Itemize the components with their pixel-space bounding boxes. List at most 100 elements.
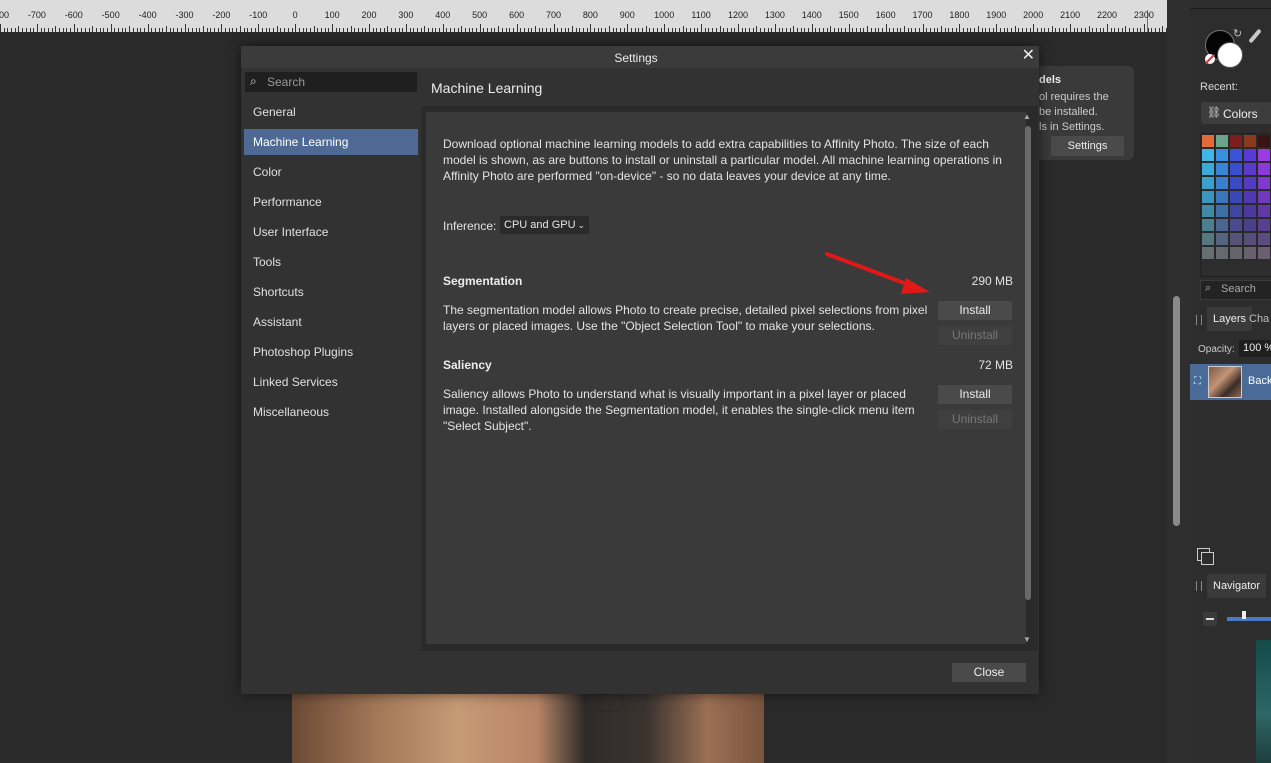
palette-swatch[interactable] (1201, 134, 1215, 148)
palette-swatch[interactable] (1257, 218, 1271, 232)
palette-swatch[interactable] (1257, 232, 1271, 246)
palette-swatch[interactable] (1257, 176, 1271, 190)
palette-swatch[interactable] (1201, 190, 1215, 204)
layer-row-background[interactable]: ⛶ Back (1190, 364, 1271, 400)
content-scrollbar[interactable]: ▲ ▼ (1023, 112, 1033, 644)
palette-swatch[interactable] (1215, 162, 1229, 176)
sidebar-item-user-interface[interactable]: User Interface (244, 219, 418, 245)
palette-swatch[interactable] (1257, 246, 1271, 260)
segmentation-install-button[interactable]: Install (938, 301, 1012, 320)
sidebar-item-assistant[interactable]: Assistant (244, 309, 418, 335)
palette-swatch[interactable] (1229, 162, 1243, 176)
palette-swatch[interactable] (1229, 134, 1243, 148)
content-scrollbar-thumb[interactable] (1025, 126, 1031, 600)
ruler-label: 900 (619, 10, 635, 20)
close-button[interactable]: Close (952, 663, 1026, 682)
tooltip-settings-button[interactable]: Settings (1051, 136, 1124, 156)
palette-search-input[interactable]: ⌕ Search (1200, 280, 1271, 300)
scroll-up-icon[interactable]: ▲ (1023, 112, 1031, 121)
sidebar-item-photoshop-plugins[interactable]: Photoshop Plugins (244, 339, 418, 365)
palette-swatch[interactable] (1229, 190, 1243, 204)
arrange-layers-icon[interactable] (1197, 548, 1214, 565)
zoom-slider-knob[interactable] (1242, 611, 1246, 619)
navigator-panel-grip-icon[interactable] (1196, 581, 1202, 591)
segmentation-uninstall-button[interactable]: Uninstall (938, 326, 1012, 345)
palette-swatch[interactable] (1243, 204, 1257, 218)
layers-panel-grip-icon[interactable] (1196, 315, 1202, 325)
palette-swatch[interactable] (1201, 176, 1215, 190)
swap-colors-icon[interactable]: ↻ (1233, 27, 1242, 40)
palette-swatch[interactable] (1201, 246, 1215, 260)
palette-swatch[interactable] (1229, 148, 1243, 162)
palette-swatch[interactable] (1257, 162, 1271, 176)
palette-swatch[interactable] (1243, 232, 1257, 246)
palette-swatch[interactable] (1215, 232, 1229, 246)
tab-channels[interactable]: Cha (1249, 307, 1269, 331)
ruler-label: -100 (249, 10, 268, 20)
settings-search[interactable]: ⌕ (245, 72, 417, 92)
sidebar-item-miscellaneous[interactable]: Miscellaneous (244, 399, 418, 425)
canvas-vertical-scrollbar[interactable] (1167, 0, 1190, 763)
palette-swatch[interactable] (1215, 246, 1229, 260)
palette-swatch[interactable] (1243, 246, 1257, 260)
palette-swatch[interactable] (1215, 134, 1229, 148)
ruler-label: 1600 (875, 10, 896, 20)
palette-swatch[interactable] (1243, 134, 1257, 148)
sidebar-item-shortcuts[interactable]: Shortcuts (244, 279, 418, 305)
palette-swatch[interactable] (1201, 148, 1215, 162)
sidebar-item-linked-services[interactable]: Linked Services (244, 369, 418, 395)
palette-swatch[interactable] (1215, 176, 1229, 190)
stroke-color-swatch[interactable] (1217, 42, 1243, 68)
palette-swatch[interactable] (1229, 246, 1243, 260)
inference-select[interactable]: CPU and GPU ⌄ (500, 216, 590, 234)
layer-name: Back (1248, 375, 1271, 387)
saliency-uninstall-button[interactable]: Uninstall (938, 410, 1012, 429)
palette-swatch[interactable] (1243, 176, 1257, 190)
palette-swatch[interactable] (1243, 190, 1257, 204)
canvas-scrollbar-thumb[interactable] (1173, 296, 1180, 526)
palette-swatch[interactable] (1215, 190, 1229, 204)
sidebar-item-tools[interactable]: Tools (244, 249, 418, 275)
palette-swatch[interactable] (1201, 232, 1215, 246)
zoom-out-button[interactable] (1203, 612, 1217, 626)
sidebar-item-color[interactable]: Color (244, 159, 418, 185)
dialog-titlebar[interactable]: Settings ✕ (241, 46, 1039, 68)
no-color-icon[interactable] (1205, 54, 1215, 64)
zoom-slider[interactable] (1227, 617, 1271, 621)
ruler-tick (479, 24, 481, 32)
palette-swatch[interactable] (1215, 218, 1229, 232)
saliency-install-button[interactable]: Install (938, 385, 1012, 404)
palette-swatch[interactable] (1243, 218, 1257, 232)
sidebar-item-performance[interactable]: Performance (244, 189, 418, 215)
palette-swatch[interactable] (1201, 162, 1215, 176)
ruler-label: 1100 (691, 10, 711, 20)
tooltip-text: ol requires the be installed. ls in Sett… (1039, 91, 1109, 133)
sidebar-item-machine-learning[interactable]: Machine Learning (244, 129, 418, 155)
palette-swatch[interactable] (1215, 148, 1229, 162)
color-picker-icon[interactable] (1248, 28, 1262, 44)
palette-swatch[interactable] (1243, 162, 1257, 176)
palette-swatch[interactable] (1229, 218, 1243, 232)
tab-navigator[interactable]: Navigator (1207, 574, 1267, 598)
palette-swatch[interactable] (1229, 232, 1243, 246)
palette-swatch[interactable] (1215, 204, 1229, 218)
sidebar-item-general[interactable]: General (244, 99, 418, 125)
layer-lock-icon[interactable]: ⛶ (1194, 376, 1201, 387)
palette-swatch[interactable] (1257, 190, 1271, 204)
settings-search-input[interactable] (267, 74, 413, 90)
palette-swatch[interactable] (1243, 148, 1257, 162)
opacity-input[interactable]: 100 % (1239, 340, 1271, 357)
palette-swatch[interactable] (1201, 218, 1215, 232)
palette-swatch[interactable] (1229, 176, 1243, 190)
palette-swatch[interactable] (1257, 148, 1271, 162)
palette-swatch[interactable] (1257, 204, 1271, 218)
navigator-preview[interactable] (1256, 640, 1271, 763)
palette-swatch[interactable] (1201, 204, 1215, 218)
palette-swatch[interactable] (1257, 134, 1271, 148)
palette-swatch[interactable] (1229, 204, 1243, 218)
color-palette-grid[interactable] (1200, 133, 1271, 277)
close-icon[interactable]: ✕ (1022, 47, 1035, 65)
colors-palette-button[interactable]: ⛓ Colors (1201, 102, 1271, 124)
scroll-down-icon[interactable]: ▼ (1023, 635, 1031, 644)
tab-layers[interactable]: Layers (1207, 307, 1253, 331)
